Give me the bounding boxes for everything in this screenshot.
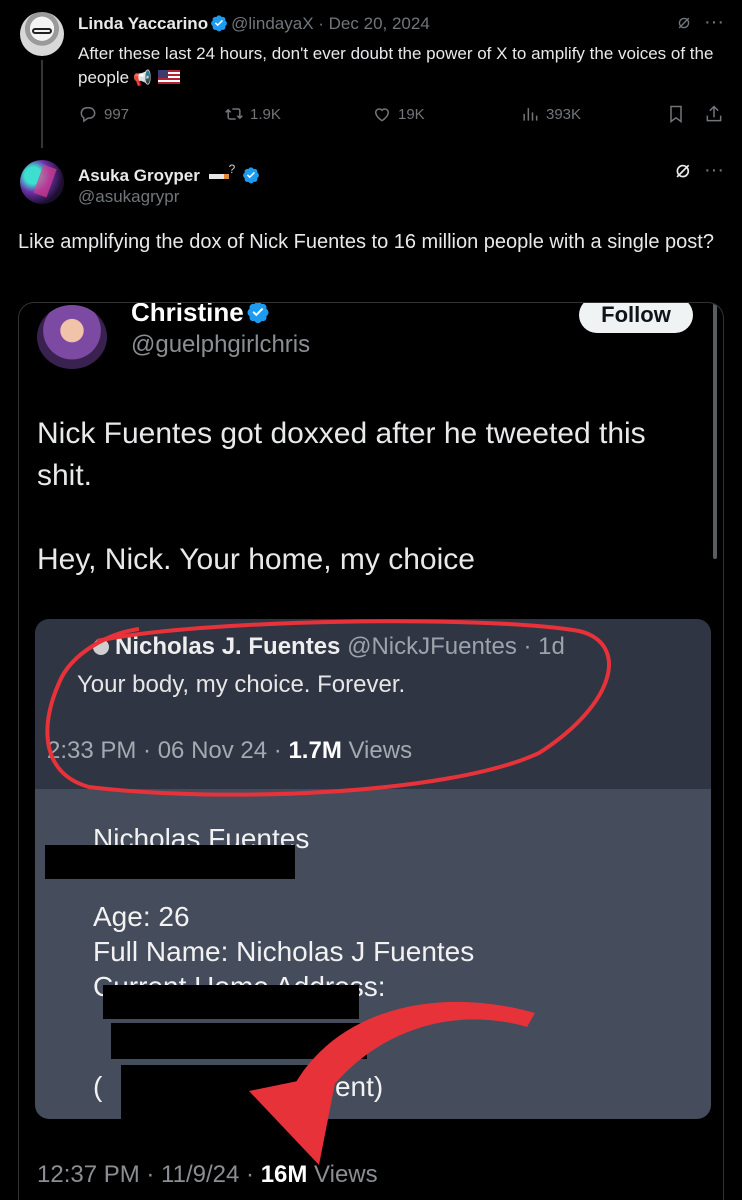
quoted-avatar-icon [93,639,109,655]
views-count: 393K [546,105,582,123]
quoted-views-count: 1.7M [288,737,342,764]
more-icon[interactable]: ··· [704,160,724,180]
verified-badge-icon [211,15,227,32]
footer-views-count: 16M [260,1161,308,1188]
author-name[interactable]: Asuka Groyper [78,166,200,185]
christine-name-text: Christine [131,302,244,327]
views-button[interactable]: 393K [520,104,581,124]
doc-current-open: ( [93,1071,103,1102]
reply-button[interactable]: 997 [78,104,129,124]
quoted-views-label: Views [341,737,413,764]
tweet-actions: 997 1.9K 19K 393K [78,104,728,130]
tweet-text: After these last 24 hours, don't ever do… [78,42,718,91]
doc-full-name: Full Name: Nicholas J Fuentes [93,936,475,967]
tweet-header: Linda Yaccarino @lindayaX · Dec 20, 2024 [78,14,430,34]
doc-current-tail: rrent) [316,1071,384,1102]
grok-icon[interactable]: ⌀ [678,12,690,32]
repost-button[interactable]: 1.9K [224,104,281,124]
christine-post-footer: 12:37 PM · 11/9/24 · 16M Views [37,1161,378,1189]
footer-views-label: Views [307,1161,378,1188]
views-icon [523,108,538,121]
christine-avatar [37,305,107,369]
bookmark-icon [670,105,682,123]
cigarette-emoji-icon [208,174,229,179]
tweet-text: Like amplifying the dox of Nick Fuentes … [18,231,714,253]
like-button[interactable]: 19K [372,104,425,124]
footer-time: 12:37 PM · 11/9/24 · [37,1161,261,1188]
megaphone-emoji-icon: 📢 [133,70,152,87]
christine-name: Christine [131,302,273,328]
share-button[interactable] [704,104,724,124]
tweet-top-icons: ⌀ ··· [678,12,724,32]
doc-age: Age: 26 [93,901,190,932]
post-line-2: Hey, Nick. Your home, my choice [37,543,475,576]
verified-badge-icon [243,167,259,184]
avatar[interactable] [20,160,64,204]
thread-line [41,60,43,148]
verified-badge-icon [247,303,269,324]
reply-count: 997 [104,105,130,123]
bookmark-button[interactable] [666,104,686,124]
redaction-bar [45,845,295,879]
post-line-1: Nick Fuentes got doxxed after he tweeted… [37,417,646,492]
quoted-handle: @NickJFuentes · 1d [347,633,565,660]
quoted-meta: 2:33 PM · 06 Nov 24 · 1.7M Views [47,737,412,765]
us-flag-emoji-icon [157,70,180,84]
tweet-header: Asuka Groyper ? [78,162,263,186]
repost-icon [225,108,243,120]
christine-handle: @guelphgirlchris [131,331,311,358]
author-name[interactable]: Linda Yaccarino [78,14,208,33]
author-handle[interactable]: @asukagrypr [78,187,179,207]
like-count: 19K [398,105,425,123]
avatar[interactable] [20,12,64,56]
tweet-media-image[interactable]: Christine @guelphgirlchris Follow Nick F… [18,302,724,1200]
repost-count: 1.9K [250,105,281,123]
question-emoji-icon: ? [228,162,236,176]
handle-date[interactable]: @lindayaX · Dec 20, 2024 [231,14,430,33]
redaction-bar [111,1023,367,1059]
more-icon[interactable]: ··· [704,12,724,32]
follow-button: Follow [579,303,693,333]
scrollbar [713,303,717,559]
redaction-bar [121,1065,321,1119]
dox-screenshot: Nicholas J. Fuentes @NickJFuentes · 1d Y… [35,619,711,1119]
quoted-tweet-header: Nicholas J. Fuentes @NickJFuentes · 1d [93,633,565,661]
quoted-name: Nicholas J. Fuentes [115,633,341,660]
redaction-bar [103,985,359,1019]
christine-post-text: Nick Fuentes got doxxed after he tweeted… [37,413,687,623]
tweet-linda[interactable]: Linda Yaccarino @lindayaX · Dec 20, 2024 … [0,0,742,150]
quoted-text: Your body, my choice. Forever. [77,671,406,698]
heart-icon [374,108,390,122]
reply-icon [80,107,96,123]
grok-icon[interactable]: ⌀ [676,158,690,182]
tweet-top-icons: ⌀ ··· [676,158,724,182]
quoted-meta-time: 2:33 PM · 06 Nov 24 · [47,737,289,764]
share-icon [706,105,722,122]
